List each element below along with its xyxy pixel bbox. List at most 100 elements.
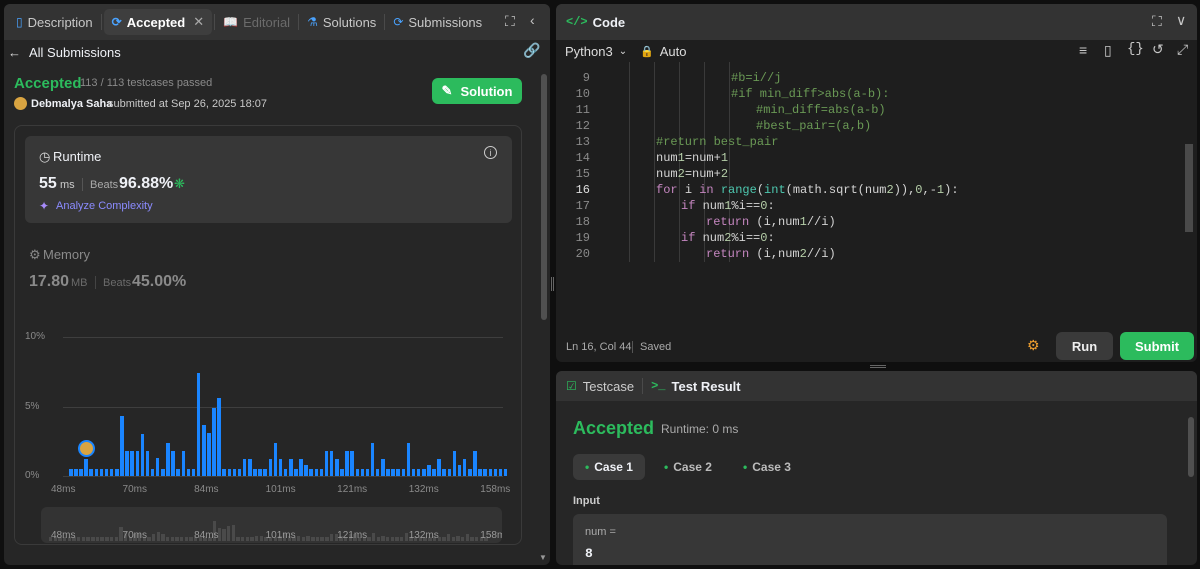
user-name[interactable]: Debmalya Saha: [31, 98, 112, 110]
tab-description[interactable]: ▯ Description: [8, 4, 101, 40]
reset-icon[interactable]: ↺: [1152, 41, 1164, 58]
case-tab[interactable]: • Case 2: [652, 454, 724, 480]
left-scrollbar[interactable]: [541, 74, 547, 320]
runtime-bar[interactable]: [207, 432, 211, 476]
runtime-bar[interactable]: [212, 407, 216, 476]
runtime-bar[interactable]: [237, 469, 242, 476]
runtime-bar[interactable]: [314, 469, 319, 476]
runtime-bar[interactable]: [258, 469, 262, 476]
runtime-bar[interactable]: [171, 450, 175, 476]
runtime-bar[interactable]: [289, 459, 293, 476]
runtime-bar[interactable]: [150, 469, 155, 476]
runtime-bar[interactable]: [432, 469, 436, 476]
fullscreen-icon[interactable]: ⤢: [1177, 41, 1188, 58]
runtime-bar[interactable]: [79, 469, 83, 476]
case-tab[interactable]: • Case 1: [573, 454, 645, 480]
runtime-bar[interactable]: [437, 459, 441, 476]
run-button[interactable]: Run: [1056, 332, 1113, 360]
runtime-bar[interactable]: [360, 469, 365, 476]
tab-accepted[interactable]: ⟳ Accepted ✕: [103, 9, 213, 35]
runtime-bar[interactable]: [478, 469, 482, 476]
your-submission-marker[interactable]: [78, 440, 96, 458]
code-editor[interactable]: 9 #b=i//j 10 #if min_diff>abs(a-b): 11 #min_d…: [556, 62, 1186, 332]
runtime-bar[interactable]: [222, 469, 226, 476]
runtime-bar[interactable]: [422, 469, 426, 476]
runtime-bar[interactable]: [186, 469, 191, 476]
runtime-bar[interactable]: [488, 469, 493, 476]
runtime-bar[interactable]: [304, 464, 308, 476]
tab-submissions[interactable]: ⟳ Submissions: [385, 4, 490, 40]
runtime-bar[interactable]: [278, 459, 283, 476]
runtime-bar[interactable]: [416, 469, 421, 476]
runtime-bar[interactable]: [447, 469, 452, 476]
runtime-bar[interactable]: [120, 416, 124, 476]
runtime-bar[interactable]: [273, 442, 278, 476]
runtime-bar[interactable]: [166, 442, 170, 476]
runtime-bar[interactable]: [202, 424, 206, 476]
runtime-bar[interactable]: [365, 469, 370, 476]
runtime-bar[interactable]: [283, 469, 288, 476]
runtime-bar[interactable]: [99, 469, 104, 476]
runtime-bar[interactable]: [268, 459, 273, 476]
runtime-bar[interactable]: [227, 469, 232, 476]
runtime-bar[interactable]: [406, 442, 411, 476]
runtime-bar[interactable]: [217, 398, 221, 476]
solution-button[interactable]: ✎ Solution: [432, 78, 522, 104]
case-tab[interactable]: • Case 3: [731, 454, 803, 480]
runtime-bar[interactable]: [253, 469, 257, 476]
runtime-bar[interactable]: [94, 469, 99, 476]
runtime-bar[interactable]: [493, 469, 498, 476]
runtime-bar[interactable]: [375, 469, 380, 476]
runtime-bar[interactable]: [391, 469, 395, 476]
runtime-bar[interactable]: [191, 469, 196, 476]
runtime-bar[interactable]: [155, 457, 160, 476]
code-scrollbar[interactable]: [1185, 144, 1193, 232]
runtime-bar[interactable]: [452, 450, 457, 476]
info-icon[interactable]: i: [484, 146, 497, 159]
runtime-bar[interactable]: [140, 434, 145, 476]
scroll-down-arrow[interactable]: ▼: [539, 553, 547, 562]
auto-mode[interactable]: 🔒 Auto: [640, 40, 686, 62]
runtime-bar[interactable]: [329, 450, 334, 476]
runtime-bar[interactable]: [503, 469, 508, 476]
runtime-bar[interactable]: [335, 459, 339, 476]
runtime-bar[interactable]: [483, 469, 487, 476]
collapse-chevron-icon[interactable]: ‹: [530, 12, 535, 28]
submit-button[interactable]: Submit: [1120, 332, 1194, 360]
runtime-bar[interactable]: [135, 450, 140, 476]
runtime-bar[interactable]: [84, 459, 88, 476]
resize-handle[interactable]: [870, 365, 886, 368]
runtime-bar[interactable]: [161, 469, 165, 476]
result-scrollbar[interactable]: [1188, 417, 1194, 477]
runtime-bar[interactable]: [401, 469, 406, 476]
runtime-bar[interactable]: [248, 459, 252, 476]
runtime-bar[interactable]: [89, 469, 93, 476]
runtime-bar[interactable]: [294, 469, 298, 476]
vertical-resize-handle[interactable]: [551, 277, 554, 291]
runtime-bar[interactable]: [350, 450, 354, 476]
collapse-icon[interactable]: ∨: [1176, 12, 1186, 29]
tab-solutions[interactable]: ⚗ Solutions: [299, 4, 384, 40]
braces-icon[interactable]: {}: [1127, 41, 1144, 57]
bookmark-icon[interactable]: ▯: [1104, 42, 1112, 59]
runtime-bar[interactable]: [457, 464, 462, 476]
runtime-bar[interactable]: [74, 469, 78, 476]
runtime-bar[interactable]: [462, 459, 467, 476]
maximize-icon[interactable]: ⛶: [505, 13, 515, 30]
runtime-bar[interactable]: [196, 373, 201, 476]
runtime-bar[interactable]: [345, 450, 349, 476]
tab-testcase[interactable]: ☑ Testcase: [566, 379, 634, 394]
runtime-bar[interactable]: [411, 469, 416, 476]
runtime-bar[interactable]: [381, 459, 385, 476]
runtime-bar[interactable]: [498, 469, 503, 476]
runtime-bar[interactable]: [473, 450, 477, 476]
runtime-bar[interactable]: [324, 450, 329, 476]
runtime-bar[interactable]: [370, 442, 375, 476]
runtime-bar[interactable]: [242, 459, 247, 476]
runtime-bar[interactable]: [145, 450, 150, 476]
runtime-card[interactable]: ◷ Runtime i 55 ms Beats 96.88% ❋ ✦ Analy…: [25, 136, 512, 223]
analyze-complexity-link[interactable]: Analyze Complexity: [56, 200, 153, 212]
runtime-bar[interactable]: [109, 469, 114, 476]
runtime-bar[interactable]: [468, 469, 472, 476]
runtime-bar[interactable]: [176, 469, 180, 476]
